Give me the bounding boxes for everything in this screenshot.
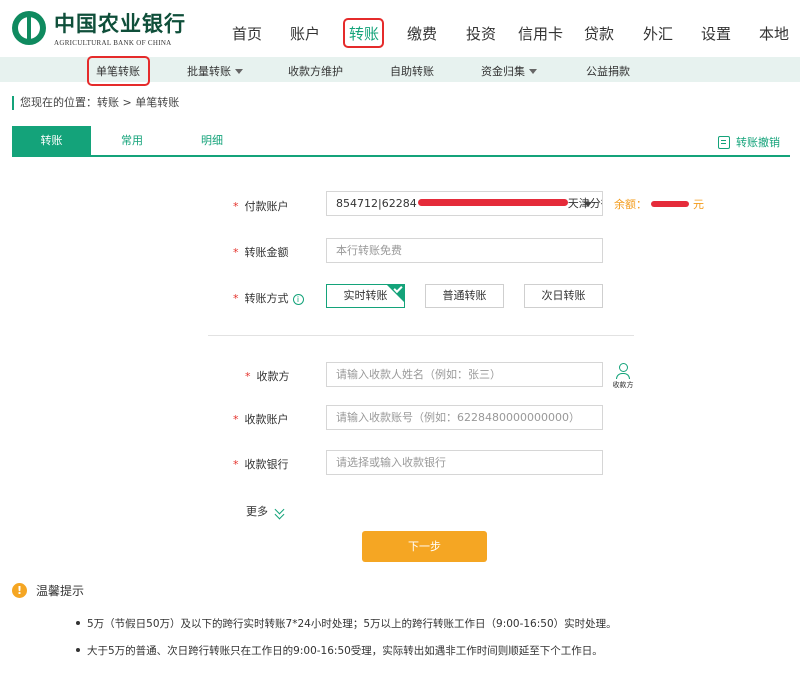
subnav-batch-transfer-label: 批量转账	[187, 65, 231, 78]
pay-account-select[interactable]: 854712|62284天津分行	[326, 191, 603, 216]
subnav-fund-collection[interactable]: 资金归集	[481, 63, 537, 79]
payee-book-button[interactable]: 收款方	[612, 363, 634, 390]
user-icon	[618, 363, 628, 372]
more-label: 更多	[246, 505, 268, 518]
pay-account-value-prefix: 854712|62284	[336, 197, 417, 210]
mode-normal-button[interactable]: 普通转账	[425, 284, 504, 308]
amount-input[interactable]: 本行转账免费	[326, 238, 603, 263]
chevron-down-icon	[235, 69, 243, 74]
required-mark: *	[233, 246, 239, 259]
subnav-payee-maintenance[interactable]: 收款方维护	[288, 63, 343, 79]
payee-account-input[interactable]: 请输入收款账号（例如：6228480000000000）	[326, 405, 603, 430]
balance-label: 余额：	[614, 198, 647, 211]
pay-account-label: * 付款账户	[233, 198, 289, 214]
bullet-icon	[76, 621, 80, 625]
required-mark: *	[233, 292, 239, 305]
document-icon	[718, 135, 730, 149]
redacted-balance	[651, 201, 689, 207]
nav-investment[interactable]: 投资	[466, 23, 496, 44]
balance-unit: 元	[693, 198, 704, 211]
transfer-mode-label-text: 转账方式	[244, 292, 289, 305]
redacted-account-number	[417, 199, 568, 206]
payee-bank-input[interactable]: 请选择或输入收款银行	[326, 450, 603, 475]
subnav-fund-collection-label: 资金归集	[481, 65, 525, 78]
nav-local[interactable]: 本地	[759, 23, 789, 44]
user-icon-body	[616, 373, 630, 379]
tip-line: 大于5万的普通、次日跨行转账只在工作日的9:00-16:50受理，实际转出如遇非…	[76, 643, 603, 658]
mode-realtime-button[interactable]: 实时转账	[326, 283, 405, 308]
tip-line-text: 5万（节假日50万）及以下的跨行实时转账7*24小时处理；5万以上的跨行转账工作…	[87, 618, 617, 630]
next-step-button[interactable]: 下一步	[362, 531, 487, 562]
transfer-undo-link[interactable]: 转账撤销	[718, 134, 780, 150]
breadcrumb: 您现在的位置：转账 > 单笔转账	[12, 96, 179, 110]
tips-title: ! 温馨提示	[12, 582, 84, 599]
payee-label-text: 收款方	[256, 370, 290, 383]
pay-account-label-text: 付款账户	[244, 200, 289, 213]
tip-line-text: 大于5万的普通、次日跨行转账只在工作日的9:00-16:50受理，实际转出如遇非…	[87, 645, 603, 657]
tab-details[interactable]: 明细	[184, 126, 240, 155]
payee-book-label: 收款方	[612, 381, 634, 389]
required-mark: *	[233, 413, 239, 426]
subnav-charity-donation[interactable]: 公益捐款	[586, 63, 630, 79]
mode-nextday-button[interactable]: 次日转账	[524, 284, 603, 308]
amount-label-text: 转账金额	[244, 246, 289, 259]
balance-display: 余额： 元	[614, 196, 704, 212]
transfer-mode-label: * 转账方式 i	[233, 290, 304, 306]
payee-account-label-text: 收款账户	[244, 413, 289, 426]
nav-loan[interactable]: 贷款	[584, 23, 614, 44]
warning-icon: !	[12, 583, 27, 598]
main-nav: 首页 账户 转账 缴费 投资 信用卡 贷款 外汇 设置 本地	[0, 0, 800, 56]
nav-credit-card[interactable]: 信用卡	[518, 23, 563, 44]
bullet-icon	[76, 648, 80, 652]
payee-label: * 收款方	[245, 368, 290, 384]
required-mark: *	[233, 200, 239, 213]
nav-home[interactable]: 首页	[232, 23, 262, 44]
tips-title-text: 温馨提示	[36, 584, 85, 598]
payee-bank-label-text: 收款银行	[244, 458, 289, 471]
tip-line: 5万（节假日50万）及以下的跨行实时转账7*24小时处理；5万以上的跨行转账工作…	[76, 616, 617, 631]
nav-forex[interactable]: 外汇	[643, 23, 673, 44]
amount-label: * 转账金额	[233, 244, 289, 260]
subnav-self-transfer[interactable]: 自助转账	[390, 63, 434, 79]
payee-bank-label: * 收款银行	[233, 456, 289, 472]
header: 中国农业银行 AGRICULTURAL BANK OF CHINA 首页 账户 …	[0, 0, 800, 56]
section-divider	[208, 335, 634, 336]
payee-account-label: * 收款账户	[233, 411, 289, 427]
mode-realtime-label: 实时转账	[343, 289, 388, 302]
nav-transfer-highlight	[343, 18, 384, 48]
payee-name-input[interactable]: 请输入收款人姓名（例如：张三）	[326, 362, 603, 387]
required-mark: *	[245, 370, 251, 383]
chevron-down-icon	[529, 69, 537, 74]
nav-settings[interactable]: 设置	[701, 23, 731, 44]
chevron-down-icon	[584, 202, 592, 207]
subnav-batch-transfer[interactable]: 批量转账	[187, 63, 243, 79]
info-icon[interactable]: i	[292, 294, 304, 305]
subnav-single-transfer-highlight	[87, 56, 150, 86]
tab-transfer[interactable]: 转账	[12, 126, 91, 155]
transfer-undo-label: 转账撤销	[736, 136, 780, 149]
nav-account[interactable]: 账户	[290, 23, 320, 44]
required-mark: *	[233, 458, 239, 471]
nav-payment[interactable]: 缴费	[407, 23, 437, 44]
tab-frequent[interactable]: 常用	[104, 126, 160, 155]
tab-bar: 转账 常用 明细 转账撤销	[12, 126, 790, 157]
